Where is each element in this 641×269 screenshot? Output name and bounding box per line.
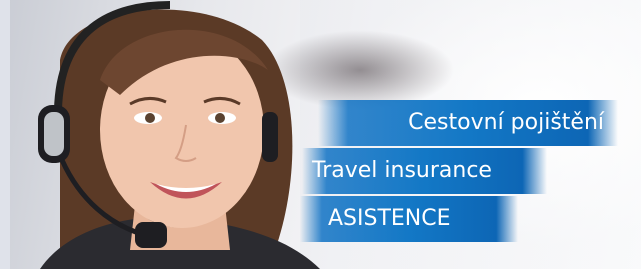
banner-line-czech: Cestovní pojištění: [318, 100, 618, 146]
banner-line-english: Travel insurance: [302, 148, 547, 194]
banner-line-assistance: ASISTENCE: [300, 196, 518, 242]
promo-banner: Cestovní pojištění Travel insurance ASIS…: [0, 0, 641, 269]
